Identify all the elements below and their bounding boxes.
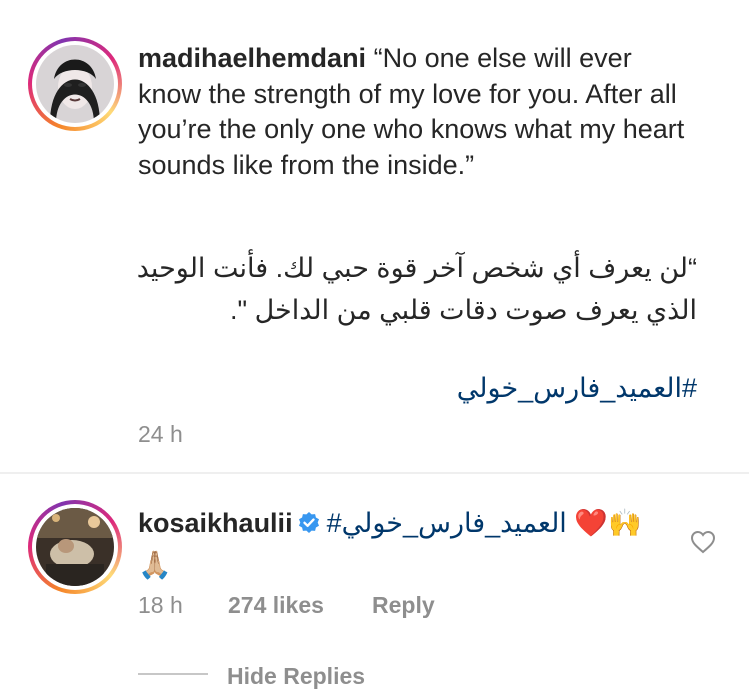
comment-text: kosaikhaulii العميد_فارس_خولي# ❤️🙌 [138, 505, 698, 541]
section-divider [0, 472, 749, 474]
reply-button[interactable]: Reply [372, 592, 435, 619]
comment-emoji-folded-hands: 🙏🏼 [138, 550, 172, 580]
post-username[interactable]: madihaelhemdani [138, 43, 366, 73]
post-avatar[interactable] [28, 37, 122, 131]
post-caption-arabic-line-1: “لن يعرف أي شخص آخر قوة حبي لك. فأنت الو… [136, 253, 697, 283]
post-avatar-image [36, 45, 114, 123]
post-timestamp: 24 h [138, 421, 183, 447]
hide-replies-line [138, 673, 208, 675]
comment-text-line-2: 🙏🏼 [138, 547, 698, 583]
comment-username[interactable]: kosaikhaulii [138, 508, 293, 538]
comment-hashtag[interactable]: العميد_فارس_خولي# [327, 508, 567, 538]
heart-outline-icon[interactable] [690, 530, 716, 554]
comment-avatar-image [36, 508, 114, 586]
hide-replies-button[interactable]: Hide Replies [227, 663, 365, 690]
comment-avatar[interactable] [28, 500, 122, 594]
post-caption: madihaelhemdani “No one else will ever k… [138, 41, 698, 183]
verified-badge-icon [297, 508, 321, 533]
post-hashtag[interactable]: #العميد_فارس_خولي [117, 368, 697, 408]
comment-timestamp: 18 h [138, 592, 183, 618]
comment-likes-count[interactable]: 274 likes [228, 592, 324, 619]
post-caption-arabic-line-2: الذي يعرف صوت دقات قلبي من الداخل ". [230, 295, 697, 325]
comment-emoji-heart-raised-hands: ❤️🙌 [574, 508, 642, 538]
